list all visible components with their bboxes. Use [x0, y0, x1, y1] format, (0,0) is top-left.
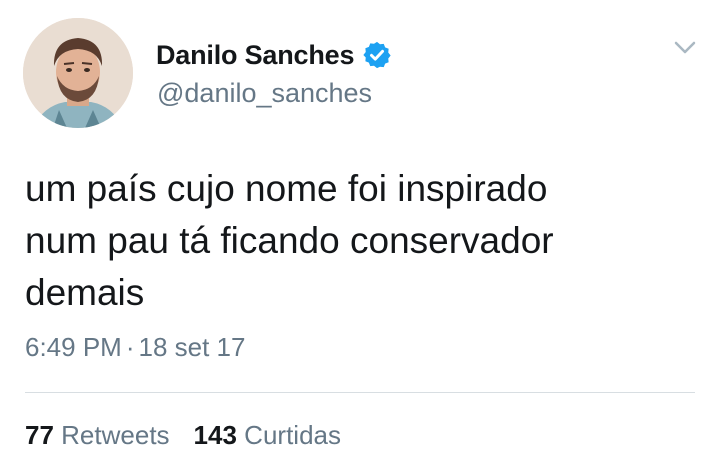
tweet-card: Danilo Sanches @danilo_sanches um país c… [0, 0, 720, 476]
divider [25, 392, 695, 393]
avatar[interactable] [23, 18, 133, 128]
tweet-time: 6:49 PM [25, 332, 122, 362]
meta-separator: · [125, 332, 135, 362]
chevron-down-icon[interactable] [672, 38, 698, 58]
likes-count: 143 [193, 420, 237, 450]
tweet-timestamp[interactable]: 6:49 PM · 18 set 17 [25, 332, 245, 363]
author-handle[interactable]: @danilo_sanches [157, 78, 372, 109]
author-name-row[interactable]: Danilo Sanches [156, 37, 392, 73]
profile-photo [23, 18, 133, 128]
likes-stat[interactable]: 143 Curtidas [194, 420, 341, 450]
tweet-text-line: demais [25, 272, 145, 313]
likes-label: Curtidas [244, 420, 341, 450]
retweets-count: 77 [25, 420, 54, 450]
tweet-text-line: num pau tá ficando conservador [25, 220, 554, 261]
display-name[interactable]: Danilo Sanches [156, 40, 354, 71]
tweet-date: 18 set 17 [138, 332, 246, 362]
tweet-text: um país cujo nome foi inspirado num pau … [25, 163, 705, 319]
retweets-label: Retweets [61, 420, 170, 450]
tweet-stats: 77 Retweets 143 Curtidas [25, 420, 341, 451]
tweet-text-line: um país cujo nome foi inspirado [25, 168, 548, 209]
verified-badge-icon [362, 40, 392, 70]
retweets-stat[interactable]: 77 Retweets [25, 420, 170, 450]
